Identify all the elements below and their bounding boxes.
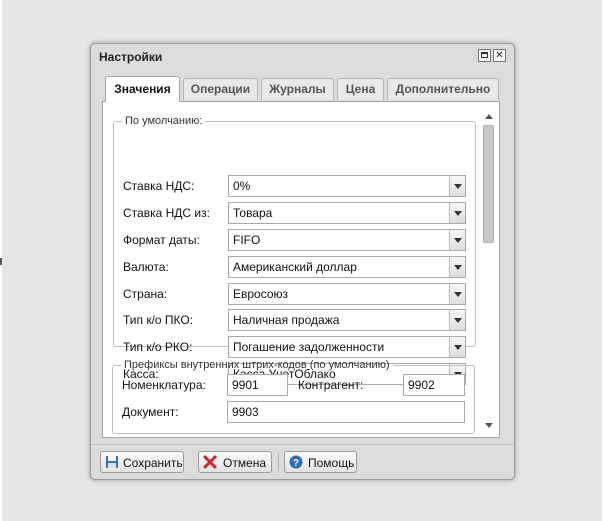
close-icon[interactable]: ✕: [493, 49, 506, 62]
cancel-button-label: Отмена: [223, 456, 267, 470]
nomenclature-prefix-input[interactable]: 9901: [227, 374, 288, 396]
tab-journals[interactable]: Журналы: [261, 78, 334, 100]
contractor-prefix-input[interactable]: 9902: [403, 374, 465, 396]
footer-separator: [91, 444, 514, 445]
svg-text:?: ?: [293, 458, 299, 469]
maximize-icon[interactable]: [478, 49, 491, 62]
floppy-disk-icon: [106, 456, 118, 468]
scroll-down-arrow-icon[interactable]: [485, 423, 493, 428]
scrollbar-thumb[interactable]: [483, 125, 494, 243]
edge-marker: [0, 258, 2, 265]
content-scroll-area: Префиксы внутренних штрих-кодов (по умол…: [102, 102, 500, 438]
tab-additional[interactable]: Дополнительно: [387, 78, 499, 100]
contractor-prefix-value: 9902: [408, 378, 435, 392]
nomenclature-prefix-value: 9901: [232, 378, 259, 392]
tab-strip: Значения Операции Журналы Цена Дополните…: [102, 76, 500, 102]
save-button-label: Сохранить: [123, 456, 183, 470]
nomenclature-label: Номенклатура:: [122, 378, 206, 392]
toolbar-separator: [278, 453, 279, 471]
cancel-button[interactable]: Отмена: [198, 451, 272, 473]
document-prefix-value: 9903: [232, 405, 259, 419]
window-title: Настройки: [99, 50, 163, 64]
scroll-up-arrow-icon[interactable]: [485, 114, 493, 119]
tab-price[interactable]: Цена: [337, 78, 384, 100]
help-button[interactable]: ? Помощь: [284, 451, 357, 473]
tab-values[interactable]: Значения: [105, 76, 180, 102]
document-label: Документ:: [122, 405, 179, 419]
window-titlebar[interactable]: Настройки ✕: [91, 44, 514, 70]
contractor-label: Контрагент:: [298, 378, 364, 392]
save-button[interactable]: Сохранить: [100, 451, 184, 473]
help-button-label: Помощь: [308, 456, 355, 470]
tab-operations[interactable]: Операции: [183, 78, 258, 100]
window-inner-layer: Префиксы внутренних штрих-кодов (по умол…: [91, 44, 514, 479]
barcode-prefix-legend: Префиксы внутренних штрих-кодов (по умол…: [124, 359, 390, 371]
help-question-icon: ?: [289, 455, 303, 469]
document-prefix-input[interactable]: 9903: [227, 401, 465, 423]
cancel-x-icon: [203, 455, 217, 469]
